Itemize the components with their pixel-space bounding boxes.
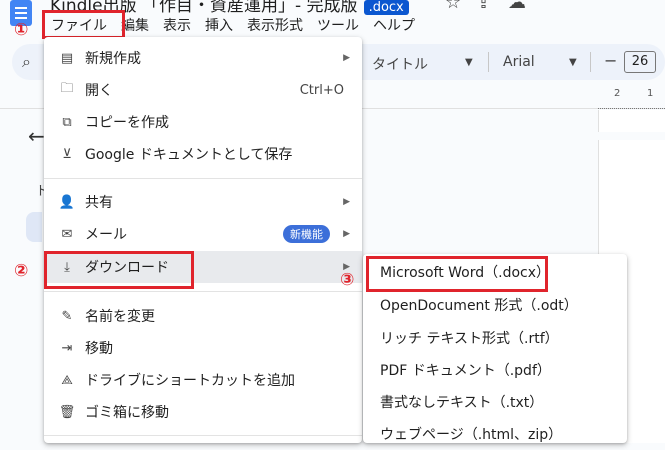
decrease-font-size-button[interactable]: −: [604, 51, 617, 70]
download-odt[interactable]: OpenDocument 形式（.odt）: [363, 289, 627, 321]
ruler-tick-2: 2: [614, 88, 621, 99]
annotation-2: ②: [14, 261, 29, 281]
font-dropdown-chevron-icon[interactable]: ▼: [569, 57, 577, 68]
shortcut-text: Ctrl+O: [299, 82, 344, 98]
annotation-1: ①: [14, 20, 29, 40]
document-page-top: [598, 110, 665, 132]
file-menu: ▤ 新規作成 ▶ 🗀 開く Ctrl+O ⧉ コピーを作成 ⊻ Google ド…: [44, 37, 362, 443]
highlight-download: [44, 251, 194, 289]
submenu-arrow-icon: ▶: [343, 197, 350, 207]
back-arrow-icon[interactable]: ←: [28, 124, 45, 148]
search-menus-icon[interactable]: ⌕: [22, 52, 31, 72]
font-family-select[interactable]: Arial: [503, 54, 535, 70]
menu-separator: [44, 435, 362, 436]
pencil-icon: ✎: [61, 308, 73, 324]
ruler-ticks: [598, 103, 665, 109]
file-extension-badge: .docx: [363, 0, 409, 15]
menu-item-share[interactable]: 👤 共有 ▶: [44, 186, 362, 218]
highlight-docx: [366, 256, 548, 292]
paragraph-style-select[interactable]: タイトル: [372, 54, 428, 74]
share-icon: 👤: [58, 194, 76, 210]
menu-item-save-as-google-doc[interactable]: ⊻ Google ドキュメントとして保存: [44, 138, 362, 170]
move-folder-icon[interactable]: ⇪: [476, 0, 491, 13]
ruler-tick-1: 1: [647, 88, 654, 99]
drive-shortcut-icon: ⟁: [61, 372, 73, 388]
doc-icon: ▤: [60, 50, 74, 66]
toolbar-divider: [488, 52, 489, 72]
menu-help[interactable]: ヘルプ: [366, 14, 422, 36]
cloud-status-icon[interactable]: ☁: [508, 0, 526, 13]
folder-icon: 🗀: [60, 81, 74, 96]
trash-icon: 🗑: [58, 404, 76, 420]
menu-item-open[interactable]: 🗀 開く Ctrl+O: [44, 74, 362, 106]
annotation-3: ③: [340, 270, 355, 290]
menu-item-make-copy[interactable]: ⧉ コピーを作成: [44, 106, 362, 138]
menu-item-trash[interactable]: 🗑 ゴミ箱に移動: [44, 396, 362, 428]
menu-insert[interactable]: 挿入: [198, 14, 240, 36]
save-icon: ⊻: [62, 146, 72, 162]
menu-separator: [44, 178, 362, 179]
menu-item-email[interactable]: ✉ メール 新機能 ▶: [44, 218, 362, 250]
menu-separator: [44, 291, 362, 292]
menu-item-rename[interactable]: ✎ 名前を変更: [44, 300, 362, 332]
menu-item-add-shortcut[interactable]: ⟁ ドライブにショートカットを追加: [44, 364, 362, 396]
menu-item-new[interactable]: ▤ 新規作成 ▶: [44, 42, 362, 74]
new-feature-badge: 新機能: [283, 225, 330, 243]
submenu-arrow-icon: ▶: [343, 229, 350, 239]
menu-format[interactable]: 表示形式: [240, 14, 310, 36]
submenu-arrow-icon: ▶: [343, 53, 350, 63]
toolbar-divider: [590, 52, 591, 72]
outline-item-highlight: [26, 212, 42, 242]
menu-tools[interactable]: ツール: [310, 14, 366, 36]
download-txt[interactable]: 書式なしテキスト（.txt）: [363, 386, 627, 418]
download-html[interactable]: ウェブページ（.html、zip）: [363, 418, 627, 450]
highlight-file-menu: [42, 10, 125, 39]
move-icon: ⇥: [61, 340, 73, 356]
menu-item-move[interactable]: ⇥ 移動: [44, 332, 362, 364]
style-dropdown-chevron-icon[interactable]: ▼: [465, 57, 473, 68]
font-size-input[interactable]: 26: [624, 51, 656, 73]
menu-view[interactable]: 表示: [156, 14, 198, 36]
copy-icon: ⧉: [62, 114, 72, 130]
download-rtf[interactable]: リッチ テキスト形式（.rtf）: [363, 322, 627, 354]
download-pdf[interactable]: PDF ドキュメント（.pdf）: [363, 354, 627, 386]
star-icon[interactable]: ☆: [445, 0, 461, 13]
mail-icon: ✉: [61, 226, 73, 242]
